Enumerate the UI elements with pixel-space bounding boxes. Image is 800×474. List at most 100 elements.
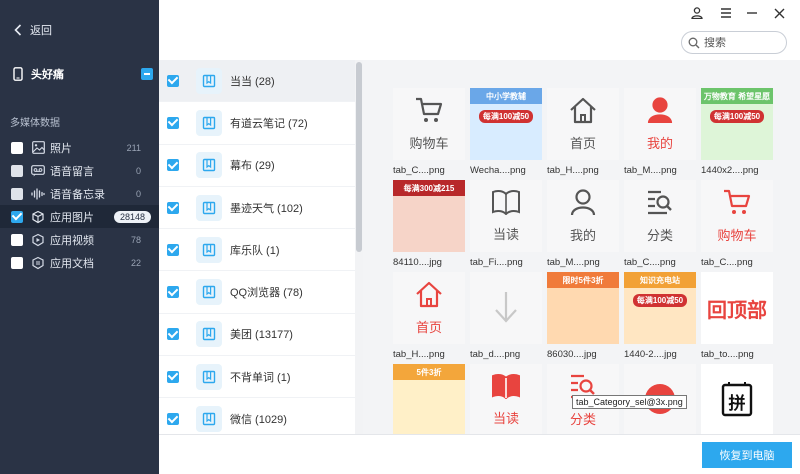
category-label: 语音留言 xyxy=(50,165,94,178)
collapse-button[interactable] xyxy=(141,68,153,80)
category-checkbox[interactable] xyxy=(11,210,23,223)
search-icon xyxy=(688,37,700,48)
image-tile[interactable]: 我的 tab_M....png xyxy=(547,180,621,268)
image-thumbnail[interactable]: 万物教育 希望星愿 每满100减50 xyxy=(701,88,773,160)
category-checkbox[interactable] xyxy=(11,233,23,246)
image-thumbnail[interactable]: 拼 xyxy=(701,364,773,434)
image-thumbnail[interactable]: 回顶部 xyxy=(701,272,773,344)
image-tile[interactable]: tab_d....png xyxy=(470,272,544,360)
image-thumbnail[interactable]: 知识充电站 每满100减50 xyxy=(624,272,696,344)
app-label: 幕布 (29) xyxy=(230,160,275,173)
image-tile[interactable]: 拼 xyxy=(701,364,775,434)
cart-icon xyxy=(722,188,752,219)
category-label: 语音备忘录 xyxy=(50,188,105,201)
app-label: 美团 (13177) xyxy=(230,329,293,342)
category-item-photos[interactable]: 照片 211 xyxy=(0,136,159,159)
image-tile[interactable]: 5件3折 xyxy=(393,364,467,434)
image-tile[interactable]: 购物车 tab_C....png xyxy=(393,88,467,176)
app-checkbox[interactable] xyxy=(167,413,179,426)
image-tile[interactable]: 中小学教辅 每满100减50 Wecha....png xyxy=(470,88,544,176)
scrollbar-thumb[interactable] xyxy=(356,62,362,252)
minus-icon xyxy=(144,73,150,75)
image-tile[interactable]: 首页 tab_H....png xyxy=(547,88,621,176)
app-folder-icon xyxy=(196,236,222,263)
image-thumbnail[interactable]: 购物车 xyxy=(701,180,773,252)
image-thumbnail[interactable]: 5件3折 xyxy=(393,364,465,434)
category-item-app-images[interactable]: 应用图片 28148 xyxy=(0,205,159,228)
menu-button[interactable] xyxy=(717,5,735,21)
image-thumbnail[interactable]: 首页 xyxy=(393,272,465,344)
image-filename: tab_Fi....png xyxy=(470,257,523,268)
app-checkbox[interactable] xyxy=(167,370,179,383)
image-tile[interactable]: 首页 tab_H....png xyxy=(393,272,467,360)
image-tile[interactable]: 万物教育 希望星愿 每满100减50 1440x2....png xyxy=(701,88,775,176)
close-button[interactable] xyxy=(770,5,788,21)
image-tile[interactable]: 当读 tab_Fi....png xyxy=(470,180,544,268)
image-tile[interactable]: 限时5件3折 86030....jpg xyxy=(547,272,621,360)
category-checkbox[interactable] xyxy=(11,164,23,177)
image-thumbnail[interactable]: 首页 xyxy=(547,88,619,160)
image-thumbnail[interactable]: 购物车 xyxy=(393,88,465,160)
image-tile[interactable]: 每满300减215 84110....jpg xyxy=(393,180,467,268)
app-row[interactable]: 不背单词 (1) xyxy=(159,356,355,399)
image-tile[interactable]: 分类 tab_C....png xyxy=(624,180,698,268)
app-docs-icon xyxy=(31,256,45,270)
image-tile[interactable]: 当读 xyxy=(470,364,544,434)
image-thumbnail[interactable]: 我的 xyxy=(547,180,619,252)
image-filename: 84110....jpg xyxy=(393,257,442,268)
image-thumbnail[interactable]: 每满300减215 xyxy=(393,180,465,252)
image-thumbnail[interactable]: 分类 xyxy=(624,180,696,252)
search-input[interactable] xyxy=(704,36,780,49)
user-button[interactable] xyxy=(688,5,706,21)
image-tile[interactable]: 购物车 tab_C....png xyxy=(701,180,775,268)
app-checkbox[interactable] xyxy=(167,328,179,341)
app-checkbox[interactable] xyxy=(167,243,179,256)
image-thumbnail[interactable]: 中小学教辅 每满100减50 xyxy=(470,88,542,160)
app-checkbox[interactable] xyxy=(167,201,179,214)
app-checkbox[interactable] xyxy=(167,74,179,87)
app-folder-icon xyxy=(196,109,222,136)
image-text: 分类 xyxy=(569,412,596,427)
back-button[interactable]: 返回 xyxy=(14,20,52,40)
minimize-button[interactable] xyxy=(743,5,761,21)
app-row[interactable]: 微信 (1029) xyxy=(159,398,355,434)
category-checkbox[interactable] xyxy=(11,256,23,269)
category-item-voicemail[interactable]: 语音留言 0 xyxy=(0,159,159,182)
app-row[interactable]: 美团 (13177) xyxy=(159,314,355,357)
image-thumbnail[interactable] xyxy=(470,272,542,344)
app-folder-icon xyxy=(196,279,222,306)
app-folder-icon xyxy=(196,363,222,390)
image-thumbnail[interactable]: 限时5件3折 xyxy=(547,272,619,344)
app-row[interactable]: 库乐队 (1) xyxy=(159,229,355,272)
device-header: 头好痛 xyxy=(0,60,159,88)
app-checkbox[interactable] xyxy=(167,159,179,172)
category-list: 照片 211 语音留言 0 语音备忘录 0 应用图片 28148 应用视频 78 xyxy=(0,136,159,274)
app-folder-icon xyxy=(196,194,222,221)
image-thumbnail[interactable]: 我的 xyxy=(624,88,696,160)
category-item-voice-memo[interactable]: 语音备忘录 0 xyxy=(0,182,159,205)
promo-badge: 每满100减50 xyxy=(632,294,688,307)
image-text: 我的 xyxy=(646,136,673,151)
app-list-scrollbar[interactable] xyxy=(355,60,363,434)
image-filename: tab_M....png xyxy=(624,165,677,176)
app-row[interactable]: 幕布 (29) xyxy=(159,145,355,187)
image-thumbnail[interactable]: 当读 xyxy=(470,364,542,434)
category-checkbox[interactable] xyxy=(11,141,23,154)
app-row[interactable]: QQ浏览器 (78) xyxy=(159,271,355,314)
app-row[interactable]: 当当 (28) xyxy=(159,60,355,103)
category-checkbox[interactable] xyxy=(11,187,23,200)
image-tile[interactable]: 回顶部 tab_to....png xyxy=(701,272,775,360)
search-box[interactable] xyxy=(681,31,787,54)
image-tile[interactable]: 我的 tab_M....png xyxy=(624,88,698,176)
pinyin-icon: 拼 xyxy=(719,382,755,418)
category-item-app-docs[interactable]: 应用文档 22 xyxy=(0,251,159,274)
app-checkbox[interactable] xyxy=(167,286,179,299)
category-item-app-video[interactable]: 应用视频 78 xyxy=(0,228,159,251)
restore-to-pc-button[interactable]: 恢复到电脑 xyxy=(702,442,792,468)
app-checkbox[interactable] xyxy=(167,116,179,129)
image-thumbnail[interactable]: 当读 xyxy=(470,180,542,252)
app-row[interactable]: 有道云笔记 (72) xyxy=(159,102,355,145)
image-tile[interactable]: 知识充电站 每满100减50 1440-2....jpg xyxy=(624,272,698,360)
app-row[interactable]: 墨迹天气 (102) xyxy=(159,187,355,230)
promo-title: 限时5件3折 xyxy=(547,272,619,288)
